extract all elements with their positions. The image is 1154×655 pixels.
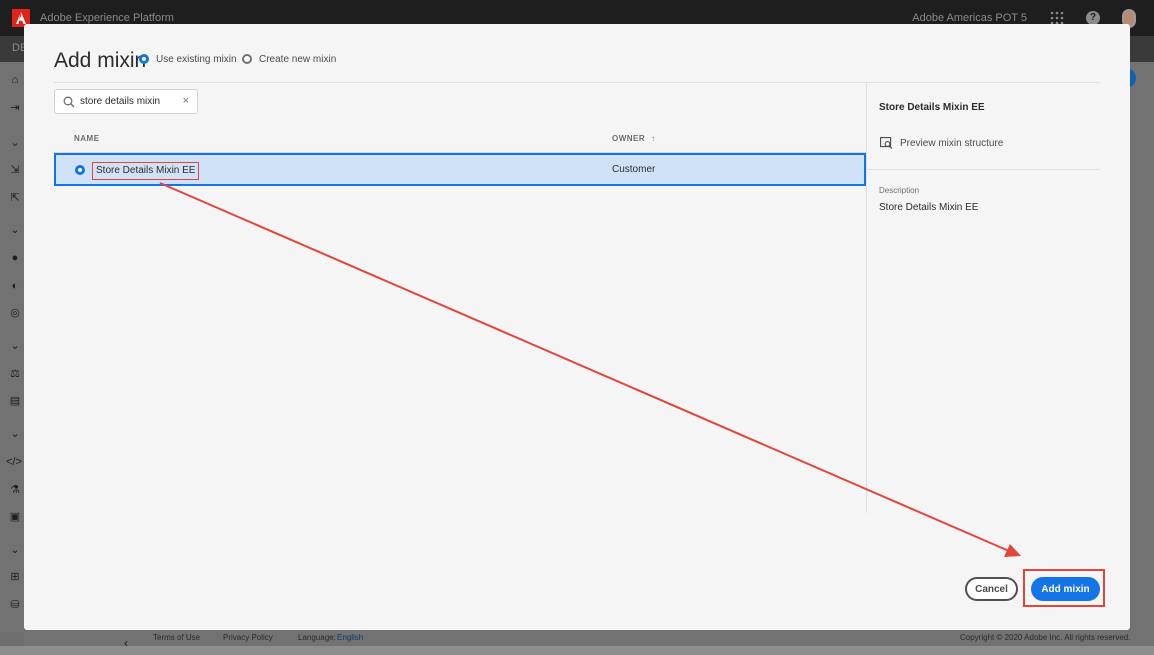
option-label: Create new mixin <box>259 53 337 65</box>
description-label: Description <box>879 186 920 195</box>
table-row[interactable]: Store Details Mixin EE Customer <box>54 153 866 186</box>
preview-link-label: Preview mixin structure <box>900 137 1004 149</box>
column-header-name[interactable]: NAME <box>74 134 100 143</box>
row-owner-cell: Customer <box>612 164 656 175</box>
preview-icon <box>880 137 893 149</box>
search-icon <box>63 96 75 108</box>
background-page-edge <box>1130 62 1154 632</box>
row-name-cell: Store Details Mixin EE <box>92 162 200 180</box>
details-title: Store Details Mixin EE <box>879 102 985 113</box>
workflows-icon[interactable]: ⇥ <box>8 102 22 114</box>
dialog-title: Add mixin <box>54 49 147 72</box>
datasets-icon[interactable]: ⛁ <box>8 599 22 611</box>
profiles-icon[interactable]: ● <box>8 252 22 264</box>
privacy-link[interactable]: Privacy Policy <box>223 633 273 642</box>
chevron-down-icon[interactable]: ⌄ <box>8 224 22 236</box>
search-field[interactable]: × <box>54 89 198 114</box>
segments-icon[interactable]: ◐ <box>8 280 22 292</box>
page-footer: Terms of Use Privacy Policy Language: En… <box>24 630 1154 646</box>
policies-icon[interactable]: ⚖ <box>8 368 22 380</box>
destinations-icon[interactable]: ⇱ <box>8 192 22 204</box>
chevron-down-icon[interactable]: ⌄ <box>8 340 22 352</box>
add-mixin-dialog: Add mixin Use existing mixin Create new … <box>24 24 1130 630</box>
use-existing-mixin-option[interactable]: Use existing mixin <box>139 52 237 66</box>
description-value: Store Details Mixin EE <box>879 202 979 213</box>
copyright-text: Copyright © 2020 Adobe Inc. All rights r… <box>960 633 1131 642</box>
row-radio-selected-icon[interactable] <box>75 165 85 175</box>
os-dock <box>0 646 1154 655</box>
app-switcher-icon[interactable] <box>1050 11 1064 25</box>
chevron-down-icon[interactable]: ⌄ <box>8 428 22 440</box>
schemas-icon[interactable]: ⊞ <box>8 571 22 583</box>
clear-search-icon[interactable]: × <box>183 95 189 107</box>
chevron-down-icon[interactable]: ⌄ <box>8 544 22 556</box>
column-header-owner-label: OWNER <box>612 134 646 143</box>
help-icon[interactable]: ? <box>1086 11 1100 25</box>
cancel-button[interactable]: Cancel <box>965 577 1018 601</box>
notebooks-icon[interactable]: ⚗ <box>8 484 22 496</box>
option-label: Use existing mixin <box>156 53 237 65</box>
identities-icon[interactable]: ◎ <box>8 307 22 319</box>
header-divider <box>54 82 1100 83</box>
search-input[interactable] <box>80 93 175 110</box>
monitoring-icon[interactable]: ▤ <box>8 395 22 407</box>
details-panel-divider <box>866 83 867 513</box>
language-selector[interactable]: English <box>337 633 363 642</box>
app-title: Adobe Experience Platform <box>40 12 174 24</box>
preview-mixin-structure-link[interactable]: Preview mixin structure <box>880 137 1003 149</box>
sort-ascending-icon[interactable]: ↑ <box>651 134 656 143</box>
queries-icon[interactable]: </> <box>6 456 22 468</box>
create-new-mixin-option[interactable]: Create new mixin <box>242 52 336 66</box>
add-mixin-button[interactable]: Add mixin <box>1031 577 1100 601</box>
radio-selected-icon[interactable] <box>139 54 149 64</box>
details-divider <box>867 169 1100 170</box>
models-icon[interactable]: ▣ <box>8 511 22 523</box>
chevron-down-icon[interactable]: ⌄ <box>8 137 22 149</box>
radio-unselected-icon[interactable] <box>242 54 252 64</box>
language-label: Language: <box>298 633 336 642</box>
sources-icon[interactable]: ⇲ <box>8 164 22 176</box>
home-icon[interactable]: ⌂ <box>8 74 22 86</box>
column-header-owner[interactable]: OWNER ↑ <box>612 134 656 143</box>
left-nav-rail: ⌂ ⇥ ⌄ ⇲ ⇱ ⌄ ● ◐ ◎ ⌄ ⚖ ▤ ⌄ </> ⚗ ▣ ⌄ ⊞ ⛁ <box>0 62 24 632</box>
org-switcher[interactable]: Adobe Americas POT 5 <box>912 12 1027 24</box>
terms-link[interactable]: Terms of Use <box>153 633 200 642</box>
